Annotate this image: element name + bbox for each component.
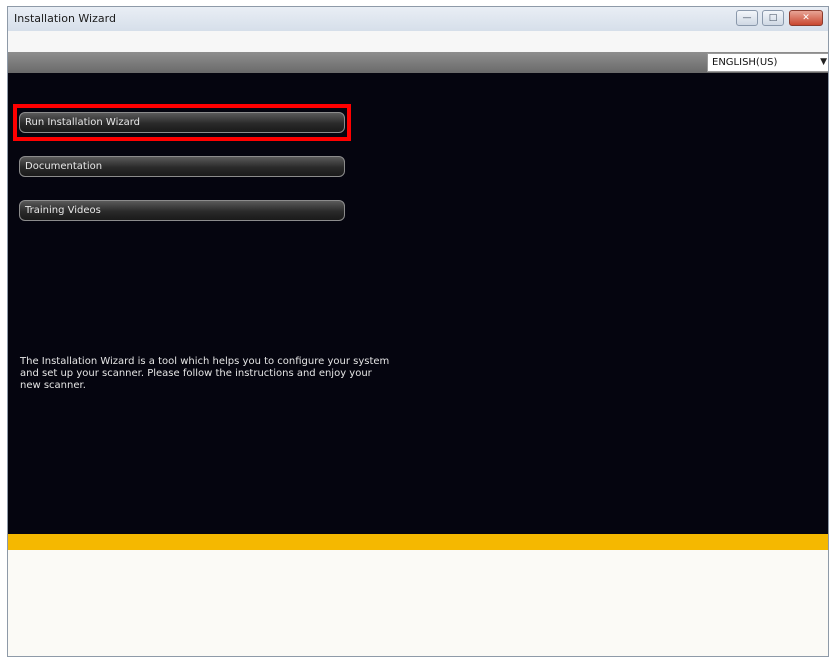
training-videos-button[interactable]: Training Videos — [19, 200, 345, 221]
documentation-label: Documentation — [25, 161, 103, 172]
training-videos-label: Training Videos — [25, 205, 101, 216]
description-text: The Installation Wizard is a tool which … — [20, 356, 390, 391]
close-button[interactable]: ✕ — [789, 10, 823, 26]
footer-panel — [8, 550, 828, 656]
main-panel: Run Installation Wizard Documentation Tr… — [8, 73, 828, 534]
minimize-icon: — — [742, 13, 752, 23]
header-strip — [8, 31, 828, 52]
close-icon: ✕ — [802, 13, 810, 23]
title-bar[interactable]: Installation Wizard — □ ✕ — [8, 7, 828, 32]
maximize-button[interactable]: □ — [762, 10, 784, 26]
highlight-box — [13, 104, 351, 141]
language-selected-value: ENGLISH(US) — [712, 57, 778, 68]
minimize-button[interactable]: — — [736, 10, 758, 26]
documentation-button[interactable]: Documentation — [19, 156, 345, 177]
accent-bar — [8, 534, 828, 550]
chevron-down-icon[interactable]: ▼ — [820, 57, 827, 67]
window-title: Installation Wizard — [14, 12, 116, 25]
language-select[interactable]: ENGLISH(US) ▼ — [707, 53, 828, 72]
installation-wizard-window: Installation Wizard — □ ✕ ENGLISH(US) ▼ … — [7, 6, 829, 657]
maximize-icon: □ — [768, 13, 778, 23]
toolbar — [8, 52, 828, 73]
